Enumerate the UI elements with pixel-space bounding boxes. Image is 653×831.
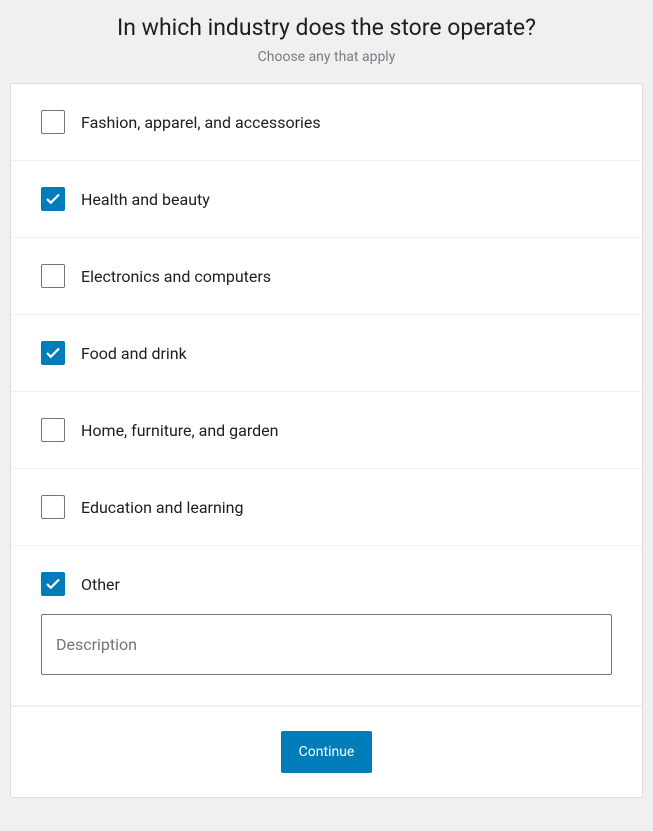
checkbox-fashion[interactable] — [41, 110, 65, 134]
continue-button[interactable]: Continue — [281, 731, 373, 773]
checkbox-other[interactable] — [41, 572, 65, 596]
option-fashion[interactable]: Fashion, apparel, and accessories — [11, 84, 642, 161]
option-label: Other — [81, 575, 120, 594]
option-education[interactable]: Education and learning — [11, 469, 642, 546]
option-label: Health and beauty — [81, 190, 210, 209]
option-label: Food and drink — [81, 344, 187, 363]
option-label: Fashion, apparel, and accessories — [81, 113, 321, 132]
industry-card: Fashion, apparel, and accessories Health… — [10, 83, 643, 798]
option-health-beauty[interactable]: Health and beauty — [11, 161, 642, 238]
page-header: In which industry does the store operate… — [0, 0, 653, 83]
description-input[interactable] — [41, 614, 612, 675]
option-label: Home, furniture, and garden — [81, 421, 278, 440]
checkbox-food-drink[interactable] — [41, 341, 65, 365]
option-home-garden[interactable]: Home, furniture, and garden — [11, 392, 642, 469]
card-footer: Continue — [11, 706, 642, 797]
check-icon — [44, 190, 62, 208]
option-label: Education and learning — [81, 498, 244, 517]
option-other[interactable]: Other — [11, 546, 642, 706]
check-icon — [44, 344, 62, 362]
option-food-drink[interactable]: Food and drink — [11, 315, 642, 392]
option-label: Electronics and computers — [81, 267, 271, 286]
checkbox-electronics[interactable] — [41, 264, 65, 288]
check-icon — [44, 575, 62, 593]
checkbox-education[interactable] — [41, 495, 65, 519]
checkbox-home-garden[interactable] — [41, 418, 65, 442]
page-title: In which industry does the store operate… — [0, 14, 653, 41]
page-subtitle: Choose any that apply — [0, 49, 653, 65]
checkbox-health-beauty[interactable] — [41, 187, 65, 211]
option-electronics[interactable]: Electronics and computers — [11, 238, 642, 315]
